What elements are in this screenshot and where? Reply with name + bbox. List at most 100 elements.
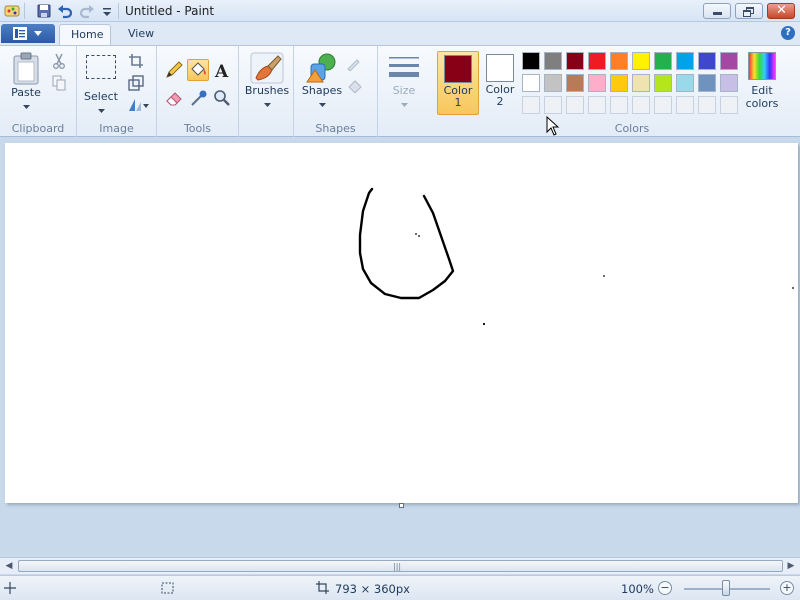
grip-icon: ||| [393,562,402,571]
horizontal-scrollbar[interactable]: ◀ ||| ▶ [0,557,800,574]
scroll-right-icon[interactable]: ▶ [783,559,799,573]
brush-icon [250,52,284,84]
color-picker-icon[interactable] [189,88,209,108]
svg-text:A: A [214,62,229,80]
palette-swatch[interactable] [676,74,694,92]
chevron-down-icon [318,103,326,107]
palette-empty-slot[interactable] [654,96,672,114]
shapes-button[interactable]: Shapes [299,52,345,114]
shapes-label: Shapes [301,84,343,97]
palette-swatch[interactable] [632,74,650,92]
palette-swatch[interactable] [610,74,628,92]
drawing-canvas[interactable] [5,143,798,508]
color2-swatch [486,54,514,82]
color1-button[interactable]: Color 1 [437,51,479,115]
canvas-resize-handle-bottom[interactable] [399,503,404,508]
palette-empty-slot[interactable] [698,96,716,114]
shapes-group-label: Shapes [315,122,356,135]
palette-empty-slot[interactable] [566,96,584,114]
status-bar: 793 × 360px 100% − + [0,575,800,600]
select-label: Select [84,90,118,103]
color2-button[interactable]: Color 2 [479,51,521,115]
magnifier-icon[interactable] [212,88,232,108]
image-size-icon [316,581,329,594]
palette-swatch[interactable] [720,74,738,92]
palette-empty-slot[interactable] [544,96,562,114]
palette-swatch[interactable] [588,74,606,92]
palette-swatch[interactable] [588,52,606,70]
palette-swatch[interactable] [654,52,672,70]
zoom-slider-thumb[interactable] [722,580,730,596]
scrollbar-thumb[interactable]: ||| [18,560,783,572]
palette-swatch[interactable] [698,74,716,92]
window-title: Untitled - Paint [125,4,215,18]
palette-empty-slot[interactable] [588,96,606,114]
menu-icon [13,27,27,40]
undo-icon[interactable] [57,3,73,19]
image-group: Select Image [77,46,157,138]
clipboard-group-label: Clipboard [11,122,65,135]
title-bar: Untitled - Paint ✕ [0,0,800,22]
selection-size-icon [161,582,174,594]
close-button[interactable]: ✕ [767,3,795,19]
eraser-icon[interactable] [164,88,184,108]
shapes-group: Shapes Shapes [294,46,378,138]
rotate-icon[interactable] [127,97,143,113]
zoom-level: 100% [621,582,654,596]
fill-tool-button[interactable] [187,59,209,81]
palette-swatch[interactable] [720,52,738,70]
chevron-down-icon [263,103,271,107]
tab-home[interactable]: Home [59,24,111,45]
chevron-down-icon [34,31,42,36]
paint-app-icon[interactable] [4,3,20,19]
brushes-group: Brushes [239,46,294,138]
palette-swatch[interactable] [632,52,650,70]
tools-group-label: Tools [183,122,212,135]
save-icon[interactable] [36,3,52,19]
chevron-down-icon [400,103,408,107]
cut-icon[interactable] [51,53,67,69]
size-label: Size [392,84,416,97]
palette-empty-slot[interactable] [632,96,650,114]
palette-swatch[interactable] [698,52,716,70]
palette-swatch[interactable] [544,74,562,92]
crop-icon[interactable] [128,53,144,69]
palette-empty-slot[interactable] [676,96,694,114]
select-button[interactable]: Select [83,52,119,114]
palette-empty-slot[interactable] [610,96,628,114]
paste-label: Paste [11,86,41,99]
palette-swatch[interactable] [544,52,562,70]
redo-icon[interactable] [79,3,95,19]
palette-swatch[interactable] [566,52,584,70]
help-icon[interactable]: ? [781,26,795,40]
zoom-in-button[interactable]: + [780,581,794,595]
palette-swatch[interactable] [522,74,540,92]
minimize-button[interactable] [703,3,731,19]
edit-colors-button[interactable]: Edit colors [741,52,783,116]
tab-view[interactable]: View [117,24,165,45]
scroll-left-icon[interactable]: ◀ [1,559,17,573]
palette-swatch[interactable] [566,74,584,92]
palette-empty-slot[interactable] [522,96,540,114]
customize-qat-icon[interactable] [99,3,115,19]
palette-empty-slot[interactable] [720,96,738,114]
mouse-cursor-icon [546,116,560,136]
paint-menu-button[interactable] [1,24,55,43]
text-tool-icon[interactable]: A [212,60,232,80]
palette-swatch[interactable] [654,74,672,92]
restore-button[interactable] [735,3,763,19]
cursor-position-icon [4,582,16,594]
edit-colors-label-line1: Edit [751,84,773,97]
copy-icon[interactable] [51,75,67,91]
close-icon: ✕ [776,3,787,18]
size-button: Size [384,52,424,114]
resize-icon[interactable] [128,75,144,91]
palette-swatch[interactable] [522,52,540,70]
brushes-button[interactable]: Brushes [243,52,291,114]
paste-button[interactable]: Paste [4,52,48,114]
chevron-down-icon [143,104,149,108]
palette-swatch[interactable] [610,52,628,70]
pencil-icon[interactable] [164,60,184,80]
palette-swatch[interactable] [676,52,694,70]
zoom-out-button[interactable]: − [658,581,672,595]
